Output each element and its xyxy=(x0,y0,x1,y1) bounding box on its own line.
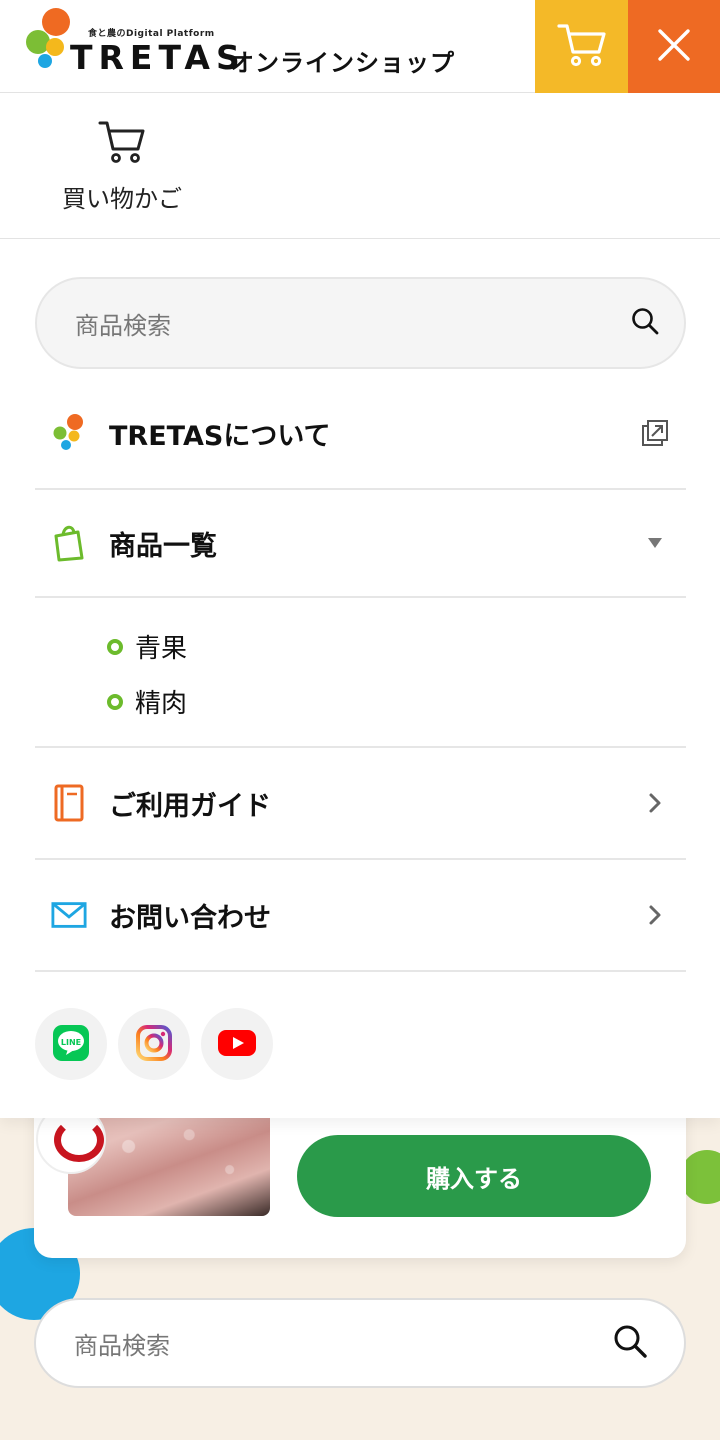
menu-search-input[interactable]: 商品検索 xyxy=(75,306,630,341)
submenu-item-vegetables[interactable]: 青果 xyxy=(107,628,187,665)
sns-links: LINE xyxy=(35,1008,273,1080)
nav-item-guide[interactable]: ご利用ガイド xyxy=(35,748,686,860)
shopping-bag-icon xyxy=(51,525,87,562)
nav-item-products[interactable]: 商品一覧 xyxy=(35,490,686,598)
submenu-item-meat[interactable]: 精肉 xyxy=(107,683,187,720)
instagram-icon xyxy=(135,1024,173,1065)
site-header: 食と農のDigital Platform TRETAS オンラインショップ xyxy=(0,0,720,93)
decorative-circle-green xyxy=(680,1150,720,1204)
menu-cart-label: 買い物かご xyxy=(62,185,182,213)
line-icon: LINE xyxy=(52,1024,90,1065)
chevron-right-icon xyxy=(640,788,670,818)
external-link-icon xyxy=(640,418,670,448)
products-submenu: 青果 精肉 xyxy=(35,598,686,748)
header-cart-button[interactable] xyxy=(535,0,628,93)
menu-close-button[interactable] xyxy=(628,0,720,93)
mail-icon xyxy=(51,897,87,933)
navigation-menu: 買い物かご 商品検索 TRETASについて 商品一覧 青果 精肉 ご利用ガイド … xyxy=(0,93,720,1118)
instagram-link[interactable] xyxy=(118,1008,190,1080)
line-logo-text: LINE xyxy=(61,1038,81,1047)
line-link[interactable]: LINE xyxy=(35,1008,107,1080)
search-icon[interactable] xyxy=(630,306,660,340)
submenu-item-label: 精肉 xyxy=(135,689,188,719)
buy-button[interactable]: 購入する xyxy=(297,1135,651,1217)
youtube-link[interactable] xyxy=(201,1008,273,1080)
bullet-icon xyxy=(107,638,123,655)
submenu-item-label: 青果 xyxy=(135,634,188,664)
nav-item-label: お問い合わせ xyxy=(109,902,271,934)
page-search-bar[interactable]: 商品検索 xyxy=(34,1298,686,1388)
caret-down-icon[interactable] xyxy=(640,528,670,558)
menu-cart-link[interactable]: 買い物かご xyxy=(52,119,192,213)
logo-subtitle: オンラインショップ xyxy=(230,49,455,77)
search-icon[interactable] xyxy=(612,1323,648,1363)
cart-icon xyxy=(98,119,146,169)
divider xyxy=(0,238,720,239)
youtube-icon xyxy=(217,1028,257,1061)
close-icon xyxy=(657,28,691,65)
chevron-right-icon xyxy=(640,900,670,930)
nav-item-label: 商品一覧 xyxy=(109,530,217,562)
tretas-dots-icon xyxy=(51,414,87,451)
logo-name: TRETAS xyxy=(70,38,246,77)
nav-item-contact[interactable]: お問い合わせ xyxy=(35,860,686,972)
site-logo[interactable]: 食と農のDigital Platform TRETAS オンラインショップ xyxy=(26,8,456,84)
nav-item-label: ご利用ガイド xyxy=(109,790,271,822)
cart-icon xyxy=(556,22,607,71)
bullet-icon xyxy=(107,693,123,710)
page-search-input[interactable]: 商品検索 xyxy=(74,1326,612,1361)
nav-item-about[interactable]: TRETASについて xyxy=(35,378,686,490)
menu-search-bar[interactable]: 商品検索 xyxy=(35,277,686,369)
book-icon xyxy=(51,784,87,822)
nav-item-label: TRETASについて xyxy=(109,420,331,452)
logo-dots-icon xyxy=(26,8,72,72)
